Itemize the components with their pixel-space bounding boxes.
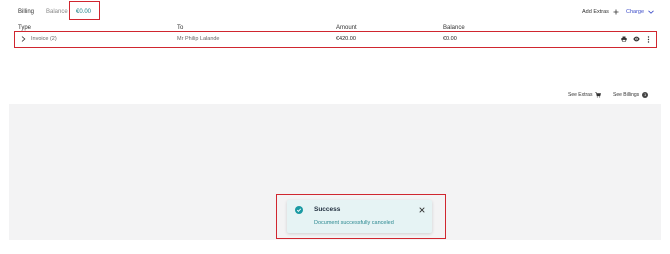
see-extras-label: See Extras (568, 92, 593, 98)
see-extras-link[interactable]: See Extras (568, 92, 602, 98)
plus-icon (613, 9, 619, 15)
see-billings-label: See Billings (613, 92, 640, 98)
more-vertical-icon[interactable] (647, 36, 650, 43)
page: Billing Balance €0.00 Add Extras Charge … (0, 0, 670, 254)
tab-balance[interactable]: Balance (46, 9, 68, 15)
see-billings-link[interactable]: See Billings 1 (613, 92, 649, 98)
balance-highlight (69, 1, 100, 20)
charge-label: Charge (626, 9, 645, 15)
chevron-right-icon[interactable] (21, 36, 26, 42)
billing-card (13, 1, 661, 104)
cart-icon (595, 92, 602, 98)
toast-highlight (276, 194, 446, 239)
row-to: Mr Philip Lalande (177, 36, 220, 42)
tab-billing[interactable]: Billing (18, 9, 34, 15)
add-extras-label: Add Extras (582, 9, 609, 15)
add-extras-button[interactable]: Add Extras (582, 9, 619, 15)
charge-dropdown[interactable]: Charge (626, 9, 654, 15)
billings-count-badge: 1 (642, 92, 649, 98)
print-icon[interactable] (621, 36, 627, 42)
table-row[interactable]: Invoice (2) Mr Philip Lalande €420.00 €0… (14, 31, 657, 48)
eye-icon[interactable] (633, 36, 640, 42)
row-balance: €0.00 (443, 36, 457, 42)
row-type: Invoice (2) (31, 36, 57, 42)
chevron-down-icon (648, 10, 654, 14)
row-amount: €420.00 (336, 36, 356, 42)
